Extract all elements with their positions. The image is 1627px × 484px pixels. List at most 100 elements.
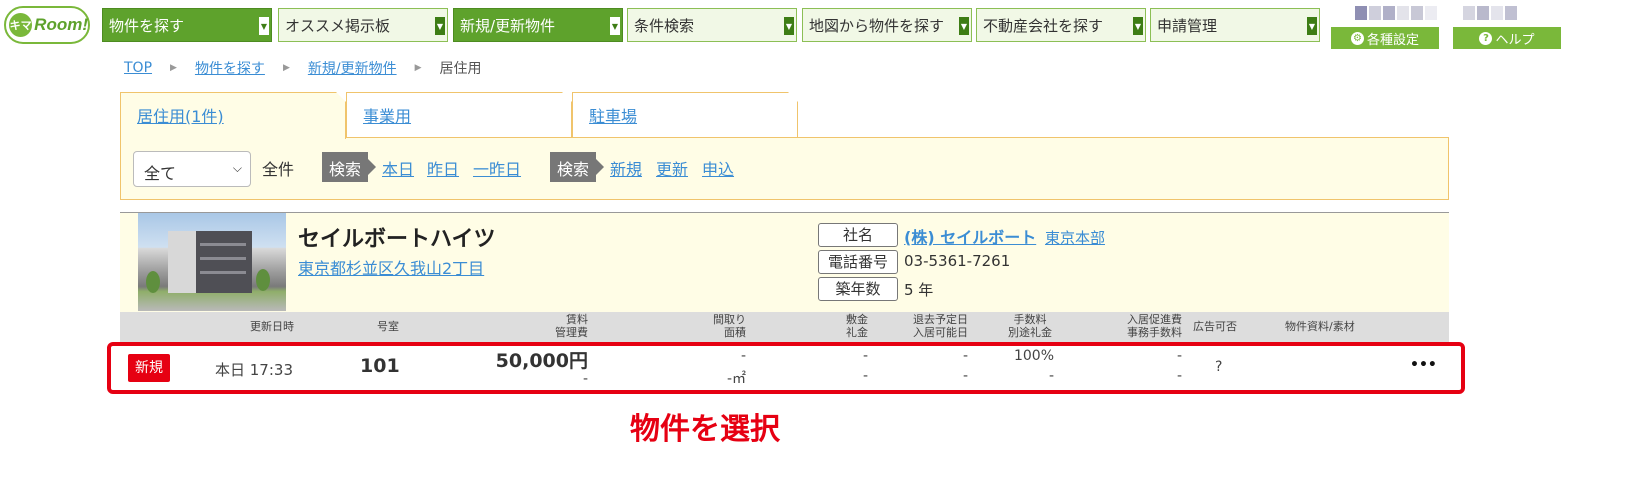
phone-label: 電話番号 <box>818 250 898 274</box>
dropdown-caret-icon: ▼ <box>259 17 269 35</box>
nav-menu-label: 地図から物件を探す <box>809 16 945 35</box>
nav-menu-search-property[interactable]: 物件を探す ▼ <box>102 8 272 42</box>
category-select-value: 全て <box>144 164 177 183</box>
nav-menu-new-updated[interactable]: 新規/更新物件 ▼ <box>453 8 623 42</box>
window-row <box>200 257 246 260</box>
header-fee: 手数料 <box>1013 313 1047 326</box>
dropdown-caret-icon: ▼ <box>610 17 620 35</box>
table-header: 更新日時 号室 賃料 管理費 間取り 面積 敷金 礼金 退去予定日 入居可能日 … <box>120 312 1449 342</box>
header-admin-fee: 事務手数料 <box>1127 326 1182 339</box>
dropdown-caret-icon: ▼ <box>959 17 969 35</box>
chevron-down-icon: ⌵ <box>232 161 242 175</box>
dropdown-caret-icon: ▼ <box>435 17 445 35</box>
kimaroom-logo[interactable]: キマ Room! <box>4 6 90 44</box>
logo-badge: キマ <box>9 13 33 37</box>
nav-menu-label: 条件検索 <box>634 16 695 35</box>
filter-link-application[interactable]: 申込 <box>702 156 734 180</box>
more-options-icon[interactable]: ••• <box>1410 357 1437 373</box>
category-select[interactable]: 全て ⌵ <box>133 151 251 187</box>
help-label: ヘルプ <box>1495 32 1535 48</box>
property-photo[interactable] <box>138 213 286 311</box>
nav-menu-label: 不動産会社を探す <box>983 16 1104 35</box>
cell-admin-fee: - <box>1176 368 1182 384</box>
property-address-link[interactable]: 東京都杉並区久我山2丁目 <box>298 255 484 279</box>
company-name-link[interactable]: (株) セイルボート <box>904 228 1036 247</box>
cell-rent: 50,000円 <box>495 350 588 372</box>
count-label: 全件 <box>262 160 295 179</box>
nav-menu-condition-search[interactable]: 条件検索 ▼ <box>627 8 797 42</box>
cell-layout: - <box>740 348 746 364</box>
header-promo-fee: 入居促進費 <box>1127 313 1182 326</box>
breadcrumb-current: 居住用 <box>439 61 482 77</box>
header-deposit: 敷金 <box>846 313 868 326</box>
table-row[interactable]: 新規 本日 17:33 101 50,000円 - - -㎡ - - - - 1… <box>120 342 1449 394</box>
phone-value: 03-5361-7261 <box>904 252 1011 270</box>
breadcrumb-separator-icon: ▶ <box>414 63 422 73</box>
cell-deposit: - <box>862 348 868 364</box>
date-search-tag: 検索 <box>322 152 377 182</box>
filter-link-yesterday[interactable]: 昨日 <box>427 156 459 180</box>
breadcrumb-new-updated[interactable]: 新規/更新物件 <box>308 58 397 78</box>
age-label: 築年数 <box>818 277 898 301</box>
header-mgmt: 管理費 <box>555 326 588 339</box>
cell-key-money: - <box>862 368 868 384</box>
header-room: 号室 <box>377 320 399 333</box>
cell-ad-permission: ? <box>1215 359 1223 375</box>
cell-fee: 100% <box>1013 348 1054 364</box>
cell-area: -㎡ <box>726 371 746 387</box>
nav-menu-map-search[interactable]: 地図から物件を探す ▼ <box>802 8 972 42</box>
new-badge: 新規 <box>128 354 170 382</box>
breadcrumb-top[interactable]: TOP <box>124 60 152 76</box>
cell-mgmt-fee: - <box>582 371 588 387</box>
user-id-blurred <box>1463 6 1517 22</box>
header-ad-permission: 広告可否 <box>1193 320 1237 333</box>
settings-button[interactable]: ⚙ 各種設定 <box>1331 27 1439 49</box>
cell-extra-key-money: - <box>1048 368 1054 384</box>
user-name-blurred <box>1355 6 1437 22</box>
cell-promo-fee: - <box>1176 348 1182 364</box>
header-documents: 物件資料/素材 <box>1285 320 1355 333</box>
tab-residential-label[interactable]: 居住用(1件) <box>137 107 224 126</box>
nav-menu-recommend-board[interactable]: オススメ掲示板 ▼ <box>278 8 448 42</box>
nav-menu-label: オススメ掲示板 <box>285 16 391 35</box>
company-label: 社名 <box>818 223 898 247</box>
filter-link-today[interactable]: 本日 <box>382 156 414 180</box>
cell-leave-date: - <box>962 348 968 364</box>
tab-business-label[interactable]: 事業用 <box>363 107 411 126</box>
cell-room: 101 <box>360 355 400 377</box>
header-area: 面積 <box>724 326 746 339</box>
filter-link-new[interactable]: 新規 <box>610 156 642 180</box>
nav-menu-label: 物件を探す <box>109 16 185 35</box>
tree-shape <box>256 269 270 291</box>
company-branch-link[interactable]: 東京本部 <box>1045 229 1105 247</box>
dropdown-caret-icon: ▼ <box>1133 17 1143 35</box>
dropdown-caret-icon: ▼ <box>1307 17 1317 35</box>
window-row <box>200 243 246 246</box>
window-row <box>200 271 246 274</box>
filter-panel: 全て ⌵ 全件 検索 本日 昨日 一昨日 検索 新規 更新 申込 <box>120 137 1449 200</box>
gear-icon: ⚙ <box>1350 31 1364 45</box>
header-move-in-date: 入居可能日 <box>913 326 968 339</box>
tab-residential[interactable]: 居住用(1件) <box>120 92 346 139</box>
help-button[interactable]: ? ヘルプ <box>1453 27 1561 49</box>
property-card: セイルボートハイツ 東京都杉並区久我山2丁目 社名 (株) セイルボート 東京本… <box>120 212 1449 312</box>
nav-menu-application[interactable]: 申請管理 ▼ <box>1150 8 1320 42</box>
filter-link-updated[interactable]: 更新 <box>656 156 688 180</box>
property-name: セイルボートハイツ <box>298 227 496 252</box>
nav-menu-agency-search[interactable]: 不動産会社を探す ▼ <box>976 8 1146 42</box>
header-extra-key-money: 別途礼金 <box>1008 326 1052 339</box>
breadcrumb-search-property[interactable]: 物件を探す <box>195 58 265 78</box>
header-rent: 賃料 <box>566 313 588 326</box>
age-value: 5 年 <box>904 281 934 299</box>
select-property-annotation: 物件を選択 <box>630 412 780 447</box>
header-updated: 更新日時 <box>250 320 294 333</box>
tab-business[interactable]: 事業用 <box>346 92 572 138</box>
tab-parking-label[interactable]: 駐車場 <box>589 107 637 126</box>
dropdown-caret-icon: ▼ <box>784 17 794 35</box>
help-icon: ? <box>1479 31 1493 45</box>
header-leave-date: 退去予定日 <box>913 313 968 326</box>
building-facade <box>168 231 196 293</box>
breadcrumb: TOP ▶ 物件を探す ▶ 新規/更新物件 ▶ 居住用 <box>124 58 482 78</box>
tab-parking[interactable]: 駐車場 <box>572 92 798 138</box>
filter-link-day-before[interactable]: 一昨日 <box>473 156 521 180</box>
